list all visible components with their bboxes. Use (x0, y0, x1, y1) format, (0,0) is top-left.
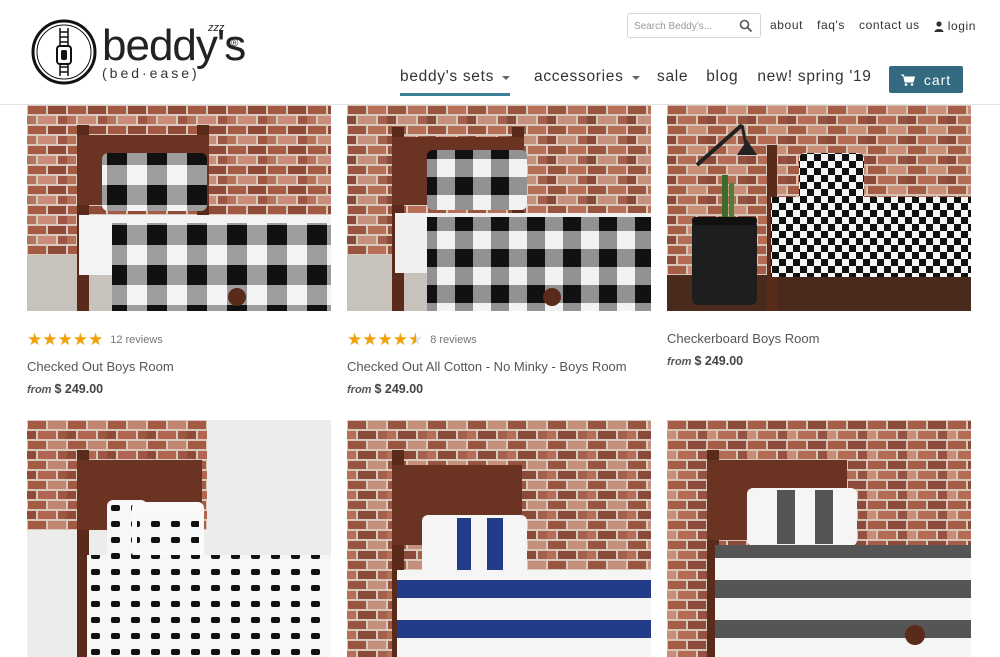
product-title[interactable]: Checked Out All Cotton - No Minky - Boys… (347, 359, 651, 374)
search-icon[interactable] (739, 19, 753, 33)
nav-label: beddy's sets (400, 68, 495, 85)
product-card[interactable]: ★★★★★ ★★★★★ 12 reviews Checked Out Boys R… (27, 105, 331, 396)
product-rating: ★★★★★★★★★★ 8 reviews (347, 330, 651, 349)
cart-label: cart (923, 71, 952, 88)
utility-links: about faq's contact us login (770, 18, 976, 34)
product-card[interactable] (27, 420, 331, 657)
brand-zzz: zzz (208, 22, 225, 34)
faqs-link[interactable]: faq's (817, 18, 845, 34)
product-price: from $ 249.00 (27, 382, 331, 396)
nav-label: accessories (534, 68, 624, 85)
nav-label: blog (706, 68, 739, 85)
product-image[interactable] (667, 420, 971, 657)
product-image[interactable] (27, 420, 331, 657)
product-card[interactable] (667, 420, 971, 657)
brand-logo[interactable]: beddy's zzz ® (bed·ease) (30, 18, 246, 88)
cart-button[interactable]: cart (889, 66, 963, 93)
review-count[interactable]: 12 reviews (110, 334, 163, 346)
product-image[interactable] (27, 105, 331, 311)
chevron-down-icon (502, 76, 511, 80)
main-nav: beddy's sets accessories sale blog new! … (400, 68, 872, 96)
product-card[interactable] (347, 420, 651, 657)
price-value: $ 249.00 (694, 354, 744, 368)
user-icon (934, 20, 944, 32)
nav-item-sale[interactable]: sale (657, 68, 688, 96)
cart-icon (900, 74, 915, 86)
product-title[interactable]: Checkerboard Boys Room (667, 331, 971, 346)
product-image[interactable] (347, 420, 651, 657)
star-rating-icon: ★★★★★★★★★★ (27, 330, 104, 349)
nav-item-beddys-sets[interactable]: beddy's sets (400, 68, 511, 96)
nav-item-new-spring[interactable]: new! spring '19 (757, 68, 871, 96)
product-rating: ★★★★★ ★★★★★ 12 reviews (27, 330, 331, 349)
price-from-label: from (667, 356, 692, 368)
search-box (627, 13, 761, 38)
login-label: login (947, 19, 977, 33)
price-from-label: from (27, 384, 52, 396)
nav-item-blog[interactable]: blog (706, 68, 738, 96)
product-price: from $ 249.00 (667, 354, 971, 368)
price-from-label: from (347, 384, 372, 396)
product-title[interactable]: Checked Out Boys Room (27, 359, 331, 374)
product-card[interactable]: Checkerboard Boys Room from $ 249.00 (667, 105, 971, 368)
nav-label: new! spring '19 (757, 68, 872, 85)
product-price: from $ 249.00 (347, 382, 651, 396)
price-value: $ 249.00 (374, 382, 424, 396)
search-input[interactable] (634, 18, 738, 34)
price-value: $ 249.00 (54, 382, 104, 396)
product-card[interactable]: ★★★★★★★★★★ 8 reviews Checked Out All Cot… (347, 105, 651, 396)
site-header: beddy's zzz ® (bed·ease) about faq's con… (0, 0, 1000, 105)
brand-registered-mark: ® (231, 38, 239, 49)
login-link[interactable]: login (934, 18, 976, 34)
brand-tagline: (bed·ease) (102, 65, 200, 81)
product-image[interactable] (347, 105, 651, 311)
chevron-down-icon (631, 76, 640, 80)
product-image[interactable] (667, 105, 971, 311)
star-rating-icon: ★★★★★★★★★★ (347, 330, 424, 349)
nav-label: sale (657, 68, 689, 85)
review-count[interactable]: 8 reviews (430, 334, 476, 346)
contact-link[interactable]: contact us (859, 18, 920, 34)
zipper-logo-icon (31, 19, 97, 85)
nav-item-accessories[interactable]: accessories (534, 68, 640, 96)
about-link[interactable]: about (770, 18, 803, 34)
